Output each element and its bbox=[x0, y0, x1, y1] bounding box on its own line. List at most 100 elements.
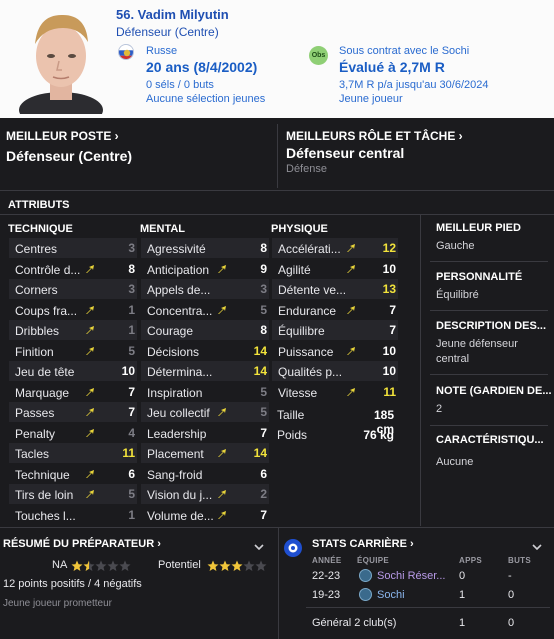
attribute-row[interactable]: Inspiration 5 bbox=[141, 382, 269, 402]
star-icon bbox=[107, 560, 119, 571]
attribute-name: Accélérati... bbox=[278, 242, 341, 256]
nationality-flag-icon[interactable] bbox=[118, 44, 134, 60]
personality-title: PERSONNALITÉ bbox=[436, 271, 523, 283]
attribute-row[interactable]: Appels de... 3 bbox=[141, 279, 269, 299]
attribute-row[interactable]: Marquage 7 bbox=[9, 382, 137, 402]
attribute-row[interactable]: Tirs de loin 5 bbox=[9, 484, 137, 504]
attribute-row[interactable]: Leadership 7 bbox=[141, 423, 269, 443]
attribute-name: Décisions bbox=[147, 344, 200, 359]
attribute-value: 10 bbox=[382, 343, 396, 358]
attribute-row[interactable]: Accélérati... 12 bbox=[272, 238, 398, 258]
attribute-name: Puissance bbox=[278, 344, 334, 359]
attribute-row[interactable]: Finition 5 bbox=[9, 341, 137, 361]
attribute-row[interactable]: Anticipation 9 bbox=[141, 259, 269, 279]
improving-arrow-icon bbox=[218, 408, 226, 416]
player-header: 56. Vadim Milyutin Défenseur (Centre) Ru… bbox=[0, 0, 554, 118]
player-position[interactable]: Défenseur (Centre) bbox=[116, 25, 219, 39]
divider bbox=[430, 310, 548, 311]
attribute-row[interactable]: Sang-froid 6 bbox=[141, 464, 269, 484]
attribute-row[interactable]: Jeu collectif 5 bbox=[141, 402, 269, 422]
international-caps[interactable]: 0 séls / 0 buts bbox=[146, 79, 214, 91]
attribute-row[interactable]: Équilibre 7 bbox=[272, 320, 398, 340]
nationality[interactable]: Russe bbox=[146, 45, 177, 57]
attribute-row[interactable]: Jeu de tête 10 bbox=[9, 361, 137, 381]
career-row-team[interactable]: Sochi Réser... bbox=[377, 570, 445, 582]
attribute-row[interactable]: Qualités p... 10 bbox=[272, 361, 398, 381]
attribute-row[interactable]: Courage 8 bbox=[141, 320, 269, 340]
contract-info[interactable]: Sous contrat avec le Sochi bbox=[339, 45, 469, 57]
best-role-duty: Défense bbox=[286, 163, 327, 175]
attribute-name: Détente ve... bbox=[278, 283, 347, 297]
attribute-value: 10 bbox=[382, 261, 396, 276]
career-row-apps: 0 bbox=[459, 570, 466, 582]
youth-caps[interactable]: Aucune sélection jeunes bbox=[146, 93, 265, 105]
club-crest-icon bbox=[359, 588, 372, 601]
improving-arrow-icon bbox=[86, 490, 94, 498]
improving-arrow-icon bbox=[86, 387, 94, 396]
career-row-team[interactable]: Sochi bbox=[377, 589, 405, 601]
potential-ability-label: Potentiel bbox=[158, 559, 201, 571]
attribute-row[interactable]: Centres 3 bbox=[9, 238, 137, 258]
improving-arrow-icon bbox=[218, 510, 226, 519]
club-badge-icon[interactable]: Obs bbox=[309, 46, 328, 65]
attribute-row[interactable]: Penalty 4 bbox=[9, 423, 137, 443]
attribute-name: Vision du j... bbox=[147, 488, 213, 502]
attribute-row[interactable]: Agilité 10 bbox=[272, 259, 398, 279]
improving-arrow-icon bbox=[347, 244, 355, 252]
attribute-row[interactable]: Agressivité 8 bbox=[141, 238, 269, 258]
attribute-row[interactable]: Coups fra... 1 bbox=[9, 300, 137, 320]
attribute-row[interactable]: Vitesse 11 bbox=[272, 382, 398, 402]
best-position-title[interactable]: MEILLEUR POSTE › bbox=[6, 129, 119, 143]
attribute-value: 1 bbox=[128, 507, 135, 522]
player-status[interactable]: Jeune joueur bbox=[339, 93, 403, 105]
attribute-name: Jeu de tête bbox=[15, 365, 75, 379]
attribute-row[interactable]: Dribbles 1 bbox=[9, 320, 137, 340]
star-icon bbox=[255, 560, 267, 571]
attribute-row[interactable]: Détente ve... 13 bbox=[272, 279, 398, 299]
improving-arrow-icon bbox=[86, 469, 94, 478]
attribute-row[interactable]: Touches l... 1 bbox=[9, 505, 137, 525]
attribute-row[interactable]: Tacles 11 bbox=[9, 443, 137, 463]
attribute-row[interactable]: Détermina... 14 bbox=[141, 361, 269, 381]
attribute-name: Passes bbox=[15, 406, 55, 420]
attribute-name: Agilité bbox=[278, 262, 311, 277]
improving-arrow-icon bbox=[86, 264, 94, 273]
career-row-year: 19-23 bbox=[312, 589, 341, 601]
attribute-row[interactable]: Technique 6 bbox=[9, 464, 137, 484]
improving-arrow-icon bbox=[347, 346, 355, 355]
chevron-down-icon[interactable] bbox=[532, 544, 542, 550]
coach-report-title[interactable]: RÉSUMÉ DU PRÉPARATEUR › bbox=[3, 538, 161, 550]
attribute-row[interactable]: Corners 3 bbox=[9, 279, 137, 299]
attribute-row[interactable]: Vision du j... 2 bbox=[141, 484, 269, 504]
attribute-row[interactable]: Placement 14 bbox=[141, 443, 269, 463]
attribute-value: 11 bbox=[122, 446, 135, 460]
attribute-row[interactable]: Contrôle d... 8 bbox=[9, 259, 137, 279]
club-crest-icon bbox=[359, 569, 372, 582]
chevron-down-icon[interactable] bbox=[254, 544, 264, 550]
attribute-row[interactable]: Endurance 7 bbox=[272, 300, 398, 320]
attribute-row[interactable]: Passes 7 bbox=[9, 402, 137, 422]
player-wage[interactable]: 3,7M R p/a jusqu'au 30/6/2024 bbox=[339, 79, 488, 91]
attribute-value: 4 bbox=[128, 425, 135, 440]
col-goals-header: BUTS bbox=[508, 556, 531, 565]
attribute-row[interactable]: Décisions 14 bbox=[141, 341, 269, 361]
attribute-name: Jeu collectif bbox=[147, 406, 210, 420]
improving-arrow-icon bbox=[347, 264, 355, 273]
attribute-value: 1 bbox=[128, 302, 135, 317]
attribute-name: Courage bbox=[147, 324, 194, 338]
attribute-value: 7 bbox=[260, 507, 267, 522]
attribute-name: Technique bbox=[15, 467, 70, 482]
career-row-goals: - bbox=[508, 570, 512, 582]
preferred-foot-title: MEILLEUR PIED bbox=[436, 222, 521, 234]
attribute-name: Volume de... bbox=[147, 508, 214, 523]
career-stats-title[interactable]: STATS CARRIÈRE › bbox=[312, 538, 414, 550]
divider bbox=[278, 527, 279, 639]
attribute-row[interactable]: Concentra... 5 bbox=[141, 300, 269, 320]
goalkeeper-rating-title: NOTE (GARDIEN DE... bbox=[436, 385, 552, 397]
best-role-title[interactable]: MEILLEURS RÔLE ET TÂCHE › bbox=[286, 129, 463, 143]
attribute-value: 8 bbox=[128, 261, 135, 276]
attribute-row[interactable]: Puissance 10 bbox=[272, 341, 398, 361]
attribute-name: Concentra... bbox=[147, 303, 213, 318]
attribute-row[interactable]: Volume de... 7 bbox=[141, 505, 269, 525]
attribute-value: 14 bbox=[253, 343, 267, 358]
